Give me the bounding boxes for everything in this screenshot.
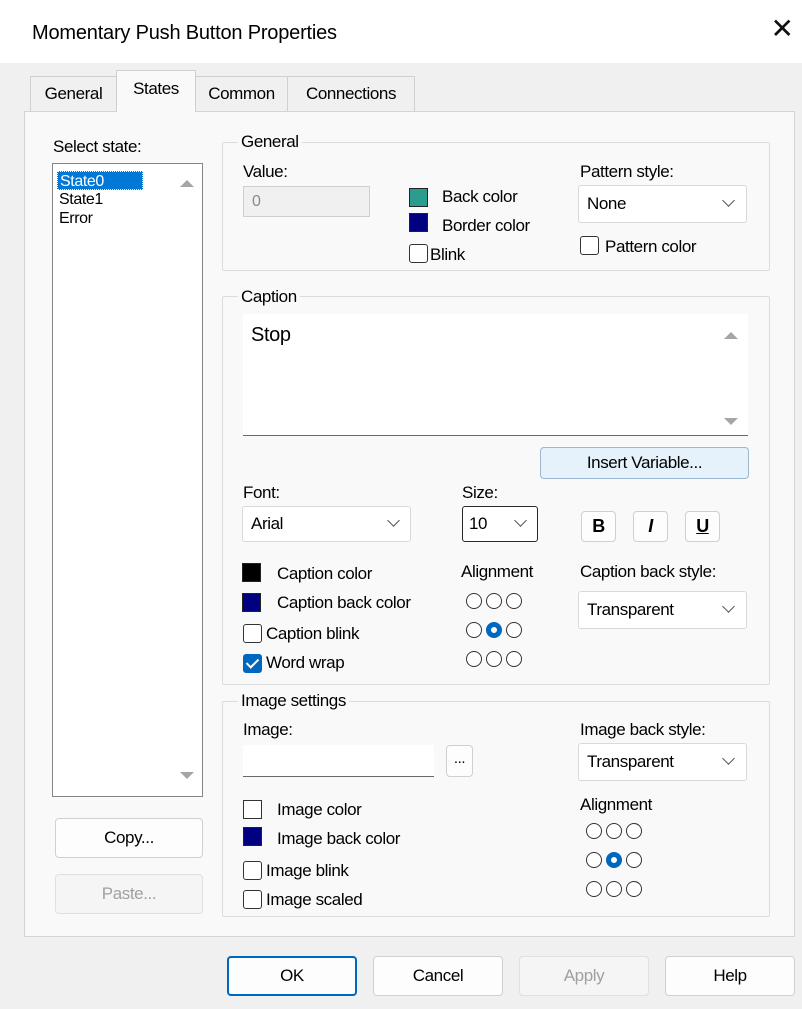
image-input[interactable] bbox=[243, 745, 434, 777]
align-bottom-center-radio[interactable] bbox=[486, 651, 502, 667]
italic-button[interactable]: I bbox=[633, 511, 668, 542]
align-top-center-radio[interactable] bbox=[486, 593, 502, 609]
caption-back-style-select[interactable]: Transparent bbox=[578, 591, 747, 629]
caption-text: Stop bbox=[251, 324, 291, 346]
pattern-color-label: Pattern color bbox=[605, 237, 697, 256]
word-wrap-label: Word wrap bbox=[266, 653, 345, 672]
tab-connections[interactable]: Connections bbox=[287, 76, 415, 111]
image-back-color-swatch[interactable] bbox=[243, 827, 262, 846]
word-wrap-checkbox[interactable] bbox=[243, 654, 262, 673]
image-label: Image: bbox=[243, 720, 293, 739]
caption-legend: Caption bbox=[238, 287, 300, 307]
general-legend: General bbox=[238, 132, 302, 152]
image-settings-legend: Image settings bbox=[238, 691, 349, 711]
underline-button[interactable]: U bbox=[685, 511, 720, 542]
align-middle-right-radio[interactable] bbox=[506, 622, 522, 638]
close-icon[interactable]: ✕ bbox=[768, 12, 796, 46]
ok-button[interactable]: OK bbox=[227, 956, 357, 996]
border-color-swatch[interactable] bbox=[409, 213, 428, 232]
image-color-swatch[interactable] bbox=[243, 800, 262, 819]
blink-label: Blink bbox=[430, 245, 465, 264]
align-top-left-radio[interactable] bbox=[466, 593, 482, 609]
img-align-middle-left-radio[interactable] bbox=[586, 852, 602, 868]
pattern-color-checkbox[interactable] bbox=[580, 236, 599, 255]
list-item-error[interactable]: Error bbox=[57, 209, 95, 228]
img-align-bottom-left-radio[interactable] bbox=[586, 881, 602, 897]
apply-button[interactable]: Apply bbox=[519, 956, 649, 996]
img-align-bottom-right-radio[interactable] bbox=[626, 881, 642, 897]
caption-blink-label: Caption blink bbox=[266, 624, 360, 643]
caption-alignment-label: Alignment bbox=[461, 562, 533, 581]
caption-textarea[interactable]: Stop bbox=[243, 314, 748, 436]
image-back-style-select[interactable]: Transparent bbox=[578, 743, 747, 781]
chevron-down-icon bbox=[722, 600, 735, 613]
image-scaled-label: Image scaled bbox=[266, 890, 363, 909]
back-color-label: Back color bbox=[442, 187, 518, 206]
blink-checkbox[interactable] bbox=[409, 244, 428, 263]
scroll-up-icon[interactable] bbox=[724, 332, 738, 339]
image-scaled-checkbox[interactable] bbox=[243, 890, 262, 909]
image-blink-label: Image blink bbox=[266, 861, 349, 880]
caption-back-color-label: Caption back color bbox=[277, 593, 411, 612]
browse-image-button[interactable]: ... bbox=[446, 745, 473, 777]
align-middle-left-radio[interactable] bbox=[466, 622, 482, 638]
image-back-style-value: Transparent bbox=[587, 752, 674, 771]
border-color-label: Border color bbox=[442, 216, 530, 235]
tab-general[interactable]: General bbox=[30, 76, 117, 111]
image-back-color-label: Image back color bbox=[277, 829, 401, 848]
img-align-middle-right-radio[interactable] bbox=[626, 852, 642, 868]
help-button[interactable]: Help bbox=[665, 956, 795, 996]
paste-button[interactable]: Paste... bbox=[55, 874, 203, 914]
copy-button[interactable]: Copy... bbox=[55, 818, 203, 858]
value-label: Value: bbox=[243, 162, 288, 181]
chevron-down-icon bbox=[722, 752, 735, 765]
value-input[interactable]: 0 bbox=[243, 186, 370, 217]
insert-variable-button[interactable]: Insert Variable... bbox=[540, 447, 749, 479]
chevron-down-icon bbox=[387, 514, 400, 527]
img-align-top-left-radio[interactable] bbox=[586, 823, 602, 839]
font-label: Font: bbox=[243, 483, 280, 502]
caption-back-style-label: Caption back style: bbox=[580, 562, 717, 581]
chevron-down-icon bbox=[722, 194, 735, 207]
image-color-label: Image color bbox=[277, 800, 362, 819]
select-state-label: Select state: bbox=[53, 137, 142, 156]
align-top-right-radio[interactable] bbox=[506, 593, 522, 609]
list-item-state1[interactable]: State1 bbox=[57, 190, 105, 209]
scroll-down-icon[interactable] bbox=[180, 772, 194, 779]
back-color-swatch[interactable] bbox=[409, 188, 428, 207]
bold-button[interactable]: B bbox=[581, 511, 616, 542]
size-value: 10 bbox=[469, 514, 488, 533]
image-back-style-label: Image back style: bbox=[580, 720, 706, 739]
tab-common[interactable]: Common bbox=[195, 76, 288, 111]
tab-states[interactable]: States bbox=[116, 70, 196, 112]
img-align-middle-center-radio[interactable] bbox=[606, 852, 622, 868]
size-select[interactable]: 10 bbox=[462, 506, 538, 542]
image-blink-checkbox[interactable] bbox=[243, 861, 262, 880]
cancel-button[interactable]: Cancel bbox=[373, 956, 503, 996]
pattern-style-value: None bbox=[587, 194, 627, 213]
font-select[interactable]: Arial bbox=[242, 506, 411, 542]
size-label: Size: bbox=[462, 483, 498, 502]
list-item-state0[interactable]: State0 bbox=[57, 171, 143, 190]
font-value: Arial bbox=[251, 514, 284, 533]
align-bottom-left-radio[interactable] bbox=[466, 651, 482, 667]
caption-blink-checkbox[interactable] bbox=[243, 624, 262, 643]
chevron-down-icon bbox=[514, 514, 527, 527]
img-align-top-right-radio[interactable] bbox=[626, 823, 642, 839]
caption-back-color-swatch[interactable] bbox=[242, 593, 261, 612]
window-title: Momentary Push Button Properties bbox=[32, 22, 337, 44]
align-middle-center-radio[interactable] bbox=[486, 622, 502, 638]
scroll-up-icon[interactable] bbox=[180, 180, 194, 187]
pattern-style-select[interactable]: None bbox=[578, 185, 747, 223]
caption-color-label: Caption color bbox=[277, 564, 372, 583]
state-listbox[interactable]: State0 State1 Error bbox=[52, 163, 203, 797]
img-align-bottom-center-radio[interactable] bbox=[606, 881, 622, 897]
pattern-style-label: Pattern style: bbox=[580, 162, 674, 181]
caption-color-swatch[interactable] bbox=[242, 563, 261, 582]
image-alignment-label: Alignment bbox=[580, 795, 652, 814]
caption-back-style-value: Transparent bbox=[587, 600, 674, 619]
scroll-down-icon[interactable] bbox=[724, 418, 738, 425]
img-align-top-center-radio[interactable] bbox=[606, 823, 622, 839]
align-bottom-right-radio[interactable] bbox=[506, 651, 522, 667]
